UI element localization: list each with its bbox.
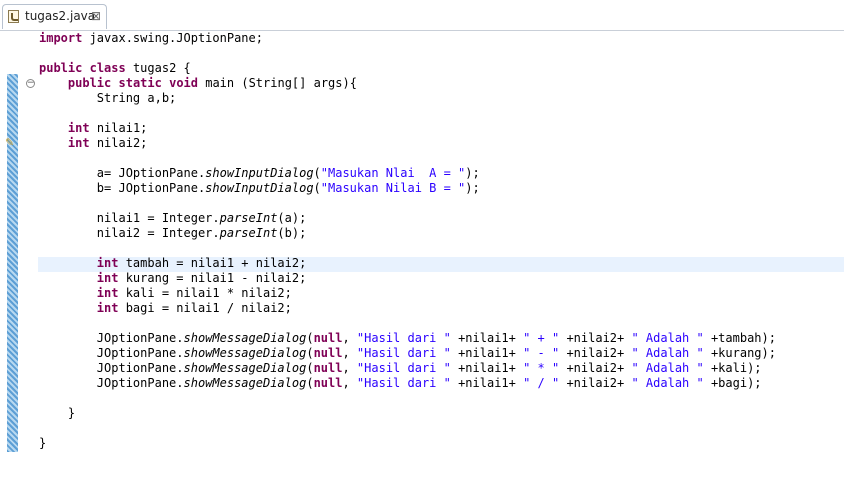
code-line-13: nilai1 = Integer.parseInt(a); <box>39 211 307 225</box>
code-line-3: public class tugas2 { <box>39 61 191 75</box>
close-icon[interactable]: ⊠ <box>91 9 101 23</box>
code-line-22: JOptionPane.showMessageDialog(null, "Has… <box>39 346 776 360</box>
code-line-10: a= JOptionPane.showInputDialog("Masukan … <box>39 166 480 180</box>
java-file-icon <box>8 10 19 23</box>
code-line-7: int nilai1; <box>67 121 148 135</box>
code-line-18: int kali = nilai1 * nilai2; <box>96 286 292 300</box>
code-line-17: int kurang = nilai1 - nilai2; <box>96 271 307 285</box>
code-line-11: b= JOptionPane.showInputDialog("Masukan … <box>39 181 480 195</box>
code-line-1: import javax.swing.JOptionPane; <box>39 31 263 45</box>
code-line-14: nilai2 = Integer.parseInt(b); <box>39 226 307 240</box>
code-line-19: int bagi = nilai1 / nilai2; <box>96 301 292 315</box>
tab-tugas2-java[interactable]: tugas2.java ⊠ <box>2 4 107 29</box>
code-line-8: int nilai2; <box>67 136 148 150</box>
editor-tab-bar: tugas2.java ⊠ <box>0 0 844 31</box>
source-code[interactable]: import javax.swing.JOptionPane; public c… <box>39 31 839 451</box>
code-line-16: int tambah = nilai1 + nilai2; <box>96 256 307 270</box>
code-line-28: } <box>39 436 47 450</box>
fold-collapse-icon[interactable]: − <box>26 79 35 88</box>
code-line-24: JOptionPane.showMessageDialog(null, "Has… <box>39 376 762 390</box>
code-line-23: JOptionPane.showMessageDialog(null, "Has… <box>39 361 762 375</box>
code-line-4: public static void main (String[] args){ <box>67 76 357 90</box>
tab-label: tugas2.java <box>25 9 96 23</box>
change-indicator-bar <box>7 74 18 452</box>
code-line-21: JOptionPane.showMessageDialog(null, "Has… <box>39 331 776 345</box>
code-line-5: String a,b; <box>39 91 177 105</box>
code-line-26: } <box>39 406 76 420</box>
pencil-marker-icon: ✎ <box>5 136 15 149</box>
code-editor[interactable]: − ✎ import javax.swing.JOptionPane; publ… <box>0 31 844 491</box>
